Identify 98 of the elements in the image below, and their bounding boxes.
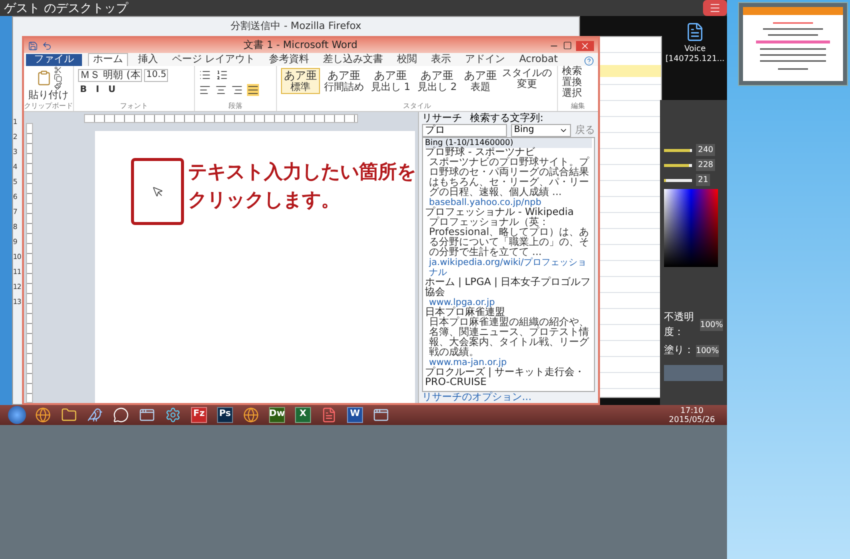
document-page[interactable] (95, 131, 415, 403)
menu-icon (709, 2, 721, 14)
color-slider-track[interactable] (664, 178, 692, 182)
menu-button[interactable] (703, 0, 727, 16)
edit-command[interactable]: 検索 (562, 66, 594, 77)
brush-icon[interactable] (54, 82, 62, 90)
undo-icon[interactable] (42, 40, 52, 50)
color-value-field[interactable]: 21 (696, 174, 710, 186)
style-option[interactable]: あア亜 標準 (280, 68, 320, 94)
result-description: スポーツナビのプロ野球サイト。プロ野球のセ・パ両リーグの試合結果はもちろん、セ・リーグ、パ・リーグの日程、速報、個人成績 ... (428, 158, 590, 198)
save-icon[interactable] (28, 40, 38, 50)
format-toggle[interactable]: I (94, 85, 102, 95)
clock-time[interactable]: 17:10 (680, 406, 704, 415)
ribbon-tab[interactable]: 参考資料 (265, 54, 314, 66)
format-toggle[interactable]: U (106, 85, 118, 95)
format-toggle[interactable]: B (78, 85, 89, 95)
window-icon[interactable] (373, 407, 389, 423)
result-url-link[interactable]: baseball.yahoo.co.jp/npb (425, 198, 592, 208)
color-value-field[interactable]: 240 (696, 144, 716, 156)
style-option[interactable]: あア亜 行間詰め (320, 68, 367, 94)
app-letter-icon[interactable]: W (347, 407, 363, 423)
close-button[interactable] (576, 40, 594, 50)
result-url-link[interactable]: www.ma-jan.or.jp (425, 358, 592, 368)
result-title-link[interactable]: 日本プロ麻雀連盟 (425, 308, 592, 318)
result-title-link[interactable]: プロフェッショナル - Wikipedia (425, 208, 592, 218)
scissors-icon[interactable] (54, 66, 62, 74)
globe-icon[interactable] (35, 407, 51, 423)
numbered-list-icon[interactable] (216, 69, 228, 81)
document-icon[interactable] (321, 407, 337, 423)
callout-text: テキスト入力したい箇所を (188, 160, 416, 185)
help-icon[interactable] (584, 56, 594, 66)
result-title-link[interactable]: プロクルーズ | サーキット走行会・PRO-CRUISE (425, 368, 592, 388)
ribbon-tab[interactable]: 挿入 (134, 54, 162, 66)
gear-icon[interactable] (165, 407, 181, 423)
folder-icon[interactable] (61, 407, 77, 423)
bird-icon[interactable] (87, 407, 103, 423)
app-letter-icon[interactable]: Dw (269, 407, 285, 423)
paste-button[interactable]: 貼り付け (28, 90, 68, 101)
color-picker-gradient[interactable] (664, 189, 718, 267)
ribbon-tab[interactable]: 校閲 (393, 54, 422, 66)
ribbon-tab[interactable]: アドイン (461, 54, 510, 66)
fill-field[interactable]: 100% (696, 344, 719, 356)
clock-date[interactable]: 2015/05/26 (668, 415, 715, 424)
font-name-field[interactable]: ＭＳ 明朝 (本 (78, 69, 142, 82)
app-letter-icon[interactable]: X (295, 407, 311, 423)
file-tab[interactable]: ファイル (26, 54, 82, 66)
align-right-icon[interactable] (231, 84, 244, 96)
align-center-icon[interactable] (215, 84, 228, 96)
edit-command[interactable]: 選択 (562, 88, 594, 99)
ribbon-tab[interactable]: 差し込み文書 (319, 54, 388, 66)
maximize-icon[interactable] (563, 41, 572, 50)
app-letter-icon[interactable]: Ps (217, 407, 233, 423)
style-option[interactable]: あア亜 表題 (460, 68, 500, 94)
search-field[interactable]: プロ (422, 124, 507, 137)
viewer-title: ゲスト のデスクトップ (4, 2, 128, 14)
change-styles-button[interactable]: スタイルの変更 (500, 68, 553, 90)
research-title: リサーチ (422, 113, 462, 124)
desktop-thumbnail[interactable] (738, 2, 848, 86)
audio-file-icon[interactable] (685, 20, 705, 44)
opacity-field[interactable]: 100% (700, 319, 723, 331)
fill-label: 塗り： (664, 344, 694, 358)
mouse-pointer-icon (152, 186, 164, 198)
result-title-link[interactable]: プロ野球 - スポーツナビ (425, 148, 592, 158)
result-url-link[interactable]: www.lpga.or.jp (425, 298, 592, 308)
desktop-icon-label[interactable]: Voice [140725.121... (664, 44, 726, 64)
justify-icon[interactable] (247, 84, 260, 96)
ribbon-tab[interactable]: ホーム (88, 53, 128, 66)
window-icon[interactable] (139, 407, 155, 423)
results-header: Bing (1-10/11460000) (425, 138, 592, 148)
ribbon-tab[interactable]: ページ レイアウト (168, 54, 260, 66)
clipboard-icon[interactable] (36, 70, 52, 86)
notification-bar (599, 65, 661, 77)
result-description: 日本プロ麻雀連盟の組織の紹介や、名簿、関連ニュース、プロテスト情報、大会案内、タイトル戦、リーグ戦の成績。 (428, 318, 590, 358)
source-dropdown[interactable]: Bing (511, 124, 571, 137)
font-size-field[interactable]: 10.5 (144, 69, 168, 82)
copy-icon[interactable] (54, 74, 62, 82)
style-option[interactable]: あア亜 見出し 2 (414, 68, 460, 94)
result-title-link[interactable]: ホーム | LPGA | 日本女子プロゴルフ協会 (425, 278, 592, 298)
word-title: 文書 1 - Microsoft Word (242, 40, 358, 50)
chat-bubble-icon[interactable] (113, 407, 129, 423)
close-icon (580, 40, 590, 50)
globe-icon[interactable] (243, 407, 259, 423)
edit-command[interactable]: 置換 (562, 77, 594, 88)
align-left-icon[interactable] (199, 84, 212, 96)
result-url-link[interactable]: ja.wikipedia.org/wiki/プロフェッショナル (425, 258, 592, 278)
color-value-field[interactable]: 228 (696, 159, 716, 171)
style-option[interactable]: あア亜 見出し 1 (368, 68, 414, 94)
callout-text: クリックします。 (188, 188, 340, 213)
opacity-label: 不透明度： (664, 310, 695, 340)
caret-icon (559, 126, 568, 135)
research-options-link[interactable]: リサーチのオプション... (422, 392, 595, 403)
result-description: プロフェッショナル（英：Professional、略してプロ）は、ある分野について「職業上の」の、その分野で生計を立てて ... (428, 218, 590, 258)
search-label: 検索する文字列: (470, 113, 544, 124)
browser-title: 分割送信中 - Mozilla Firefox (230, 20, 362, 34)
app-letter-icon[interactable]: Fz (191, 407, 207, 423)
ribbon-tab[interactable]: 表示 (427, 54, 456, 66)
ribbon-tab[interactable]: Acrobat (515, 54, 562, 66)
start-orb-icon[interactable] (8, 406, 26, 424)
